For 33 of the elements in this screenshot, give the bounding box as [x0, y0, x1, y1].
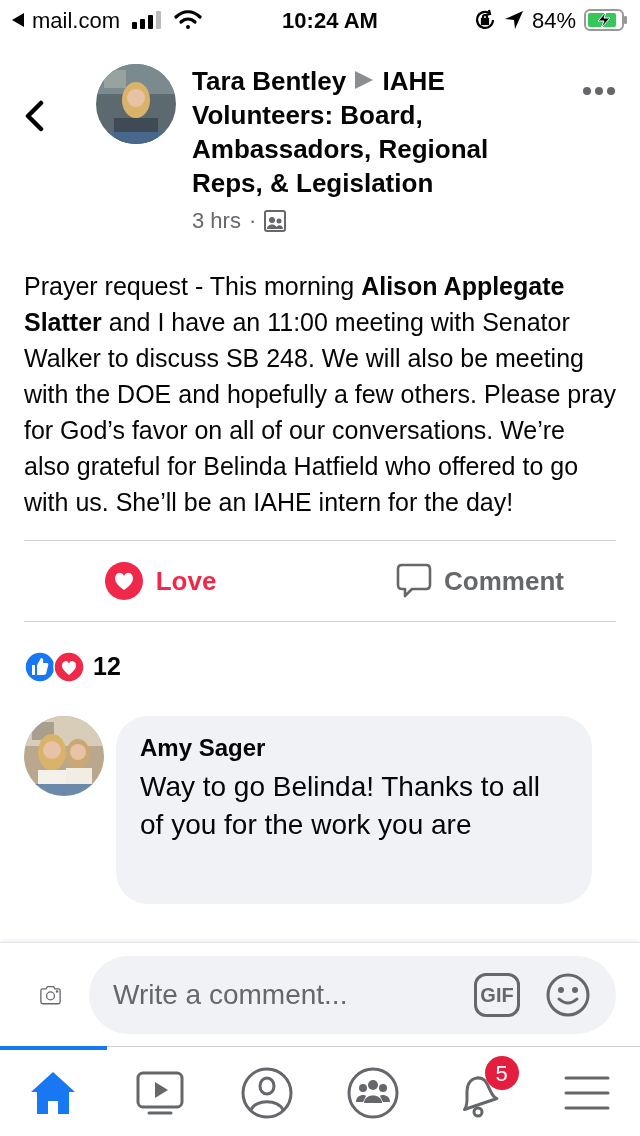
comment-button[interactable]: Comment — [320, 561, 640, 601]
video-icon — [136, 1070, 184, 1116]
menu-icon — [563, 1075, 610, 1111]
groups-icon — [347, 1067, 400, 1119]
gif-button[interactable]: GIF — [474, 972, 520, 1017]
group-privacy-icon — [264, 210, 287, 232]
notifications-tab[interactable]: 5 — [426, 1046, 534, 1136]
wifi-icon — [174, 10, 202, 30]
post-time: 3 hrs — [192, 207, 241, 235]
battery-percent: 84% — [531, 6, 576, 35]
post-text: Prayer request - This morning Alison Applegate Slatter and I have an 11:00 meeting with Senator Walker to discuss SB 248. We will also be meeting with the DOE and hopefully a few others. Please pray for God’s favor on all of our conversations. We’re also grateful for Belinda Hatfield who offered to go with us. She’ll be an IAHE intern for the day! — [23, 271, 617, 518]
rotation-lock-icon — [473, 9, 496, 31]
comment-field[interactable]: Write a comment... GIF — [89, 955, 616, 1034]
signal-icon — [132, 11, 162, 29]
reaction-count: 12 — [93, 651, 121, 682]
love-button[interactable]: Love — [0, 561, 320, 601]
smiley-icon[interactable] — [546, 972, 590, 1017]
back-triangle-icon[interactable] — [12, 13, 24, 27]
battery-charging-icon — [584, 9, 628, 31]
speech-bubble-icon — [396, 563, 433, 599]
comment-text: Way to go Belinda! Thanks to all of you for the work you are — [140, 769, 541, 842]
like-reaction-icon — [24, 650, 56, 683]
love-reaction-icon — [53, 650, 85, 683]
post-title: Tara Bentley IAHE Volunteers: Board, Ambassadors, Regional Reps, & Legislation — [192, 65, 490, 200]
clock: 10:24 AM — [281, 6, 379, 35]
notification-badge: 5 — [484, 1056, 519, 1090]
separator-dot: · — [248, 207, 257, 235]
profile-icon — [240, 1067, 293, 1119]
back-app-link[interactable]: mail.com — [32, 3, 120, 37]
more-icon[interactable] — [582, 86, 616, 96]
comment-author[interactable]: Amy Sager — [140, 731, 568, 764]
back-chevron-icon — [24, 100, 44, 132]
location-arrow-icon — [503, 10, 524, 30]
